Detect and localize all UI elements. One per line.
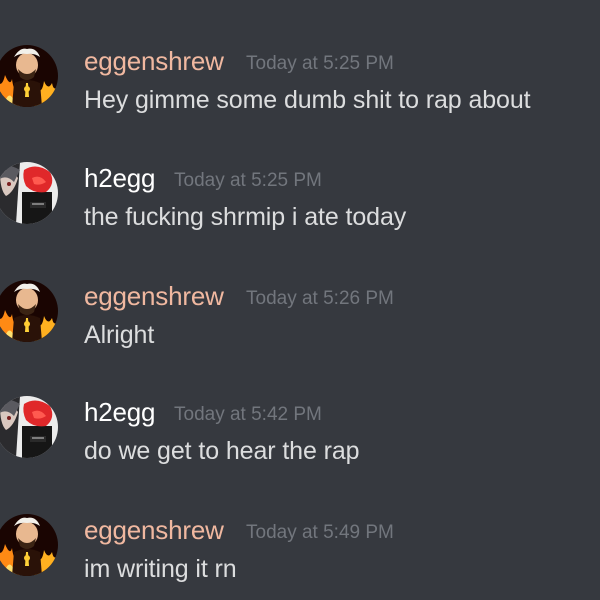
message: eggenshrew Today at 5:25 PM Hey gimme so…: [0, 45, 600, 145]
message-text: the fucking shrmip i ate today: [84, 203, 407, 231]
chat-messages: eggenshrew Today at 5:25 PM Hey gimme so…: [0, 0, 600, 600]
eggenshrew-avatar[interactable]: [0, 280, 58, 342]
username[interactable]: eggenshrew: [84, 281, 224, 311]
message: eggenshrew Today at 5:26 PM Alright: [0, 280, 600, 380]
message: h2egg Today at 5:42 PM do we get to hear…: [0, 396, 600, 496]
username[interactable]: h2egg: [84, 163, 156, 193]
timestamp: Today at 5:26 PM: [246, 288, 394, 309]
message-text: Hey gimme some dumb shit to rap about: [84, 86, 531, 114]
username[interactable]: h2egg: [84, 397, 156, 427]
message-text: do we get to hear the rap: [84, 437, 360, 465]
timestamp: Today at 5:49 PM: [246, 522, 394, 543]
message-text: Alright: [84, 321, 155, 349]
timestamp: Today at 5:25 PM: [174, 170, 322, 191]
eggenshrew-avatar[interactable]: [0, 45, 58, 107]
message: h2egg Today at 5:25 PM the fucking shrmi…: [0, 162, 600, 262]
h2egg-avatar[interactable]: [0, 396, 58, 458]
message: eggenshrew Today at 5:49 PM im writing i…: [0, 514, 600, 600]
username[interactable]: eggenshrew: [84, 46, 224, 76]
message-text: im writing it rn: [84, 555, 237, 583]
username[interactable]: eggenshrew: [84, 515, 224, 545]
eggenshrew-avatar[interactable]: [0, 514, 58, 576]
timestamp: Today at 5:25 PM: [246, 53, 394, 74]
timestamp: Today at 5:42 PM: [174, 404, 322, 425]
h2egg-avatar[interactable]: [0, 162, 58, 224]
